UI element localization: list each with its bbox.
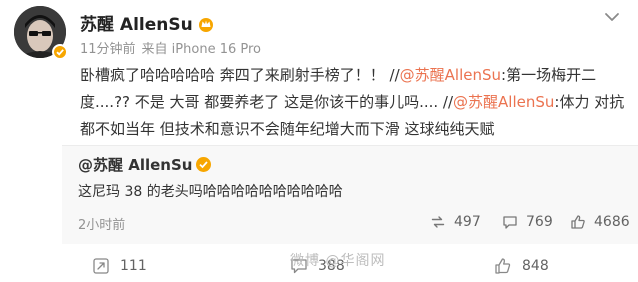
like-button[interactable]: 848 <box>494 256 549 276</box>
more-icon <box>605 13 619 21</box>
quoted-like-button[interactable]: 4686 <box>570 212 630 232</box>
repost-icon <box>93 258 109 274</box>
post-text-segment: 卧槽疯了哈哈哈哈哈 奔四了来刷射手榜了！！ // <box>80 66 400 84</box>
crown-icon <box>197 16 215 37</box>
quoted-author-name[interactable]: @苏醒 AllenSu <box>78 156 192 174</box>
repost-button[interactable]: 111 <box>92 256 147 276</box>
quoted-comment-button[interactable]: 769 <box>502 212 553 232</box>
quoted-repost-count: 497 <box>454 214 481 230</box>
quoted-comment-count: 769 <box>526 214 553 230</box>
post-time[interactable]: 11分钟前 <box>80 42 136 57</box>
avatar-container[interactable] <box>14 6 70 62</box>
watermark: 微博 @华阁网 <box>290 253 386 269</box>
repost-icon <box>431 216 445 228</box>
quoted-text: 这尼玛 38 的老头吗哈哈哈哈哈哈哈哈哈哈 <box>78 184 343 200</box>
like-icon <box>571 215 585 229</box>
author-name-row: 苏醒 AllenSu <box>80 10 215 37</box>
mention-link[interactable]: @苏醒AllenSu <box>453 93 554 111</box>
quoted-author[interactable]: @苏醒 AllenSu <box>78 154 212 175</box>
post-text: 卧槽疯了哈哈哈哈哈 奔四了来刷射手榜了！！ //@苏醒AllenSu:第一场梅开… <box>80 62 628 143</box>
comment-icon <box>503 216 517 229</box>
like-icon <box>495 258 511 274</box>
post-meta: 11分钟前 来自 iPhone 16 Pro <box>80 38 261 57</box>
quoted-post[interactable]: @苏醒 AllenSu 这尼玛 38 的老头吗哈哈哈哈哈哈哈哈哈哈 2小时前 4… <box>62 145 638 244</box>
mention-link[interactable]: @苏醒AllenSu <box>400 66 501 84</box>
quoted-like-count: 4686 <box>594 214 630 230</box>
verified-icon <box>52 44 68 60</box>
quoted-time[interactable]: 2小时前 <box>78 214 125 233</box>
post-source: 来自 iPhone 16 Pro <box>141 42 261 57</box>
quoted-repost-button[interactable]: 497 <box>430 212 481 232</box>
verified-icon <box>196 157 212 172</box>
more-options-button[interactable] <box>600 8 624 26</box>
like-count: 848 <box>522 258 549 274</box>
repost-count: 111 <box>120 258 147 274</box>
author-name[interactable]: 苏醒 AllenSu <box>80 15 193 35</box>
